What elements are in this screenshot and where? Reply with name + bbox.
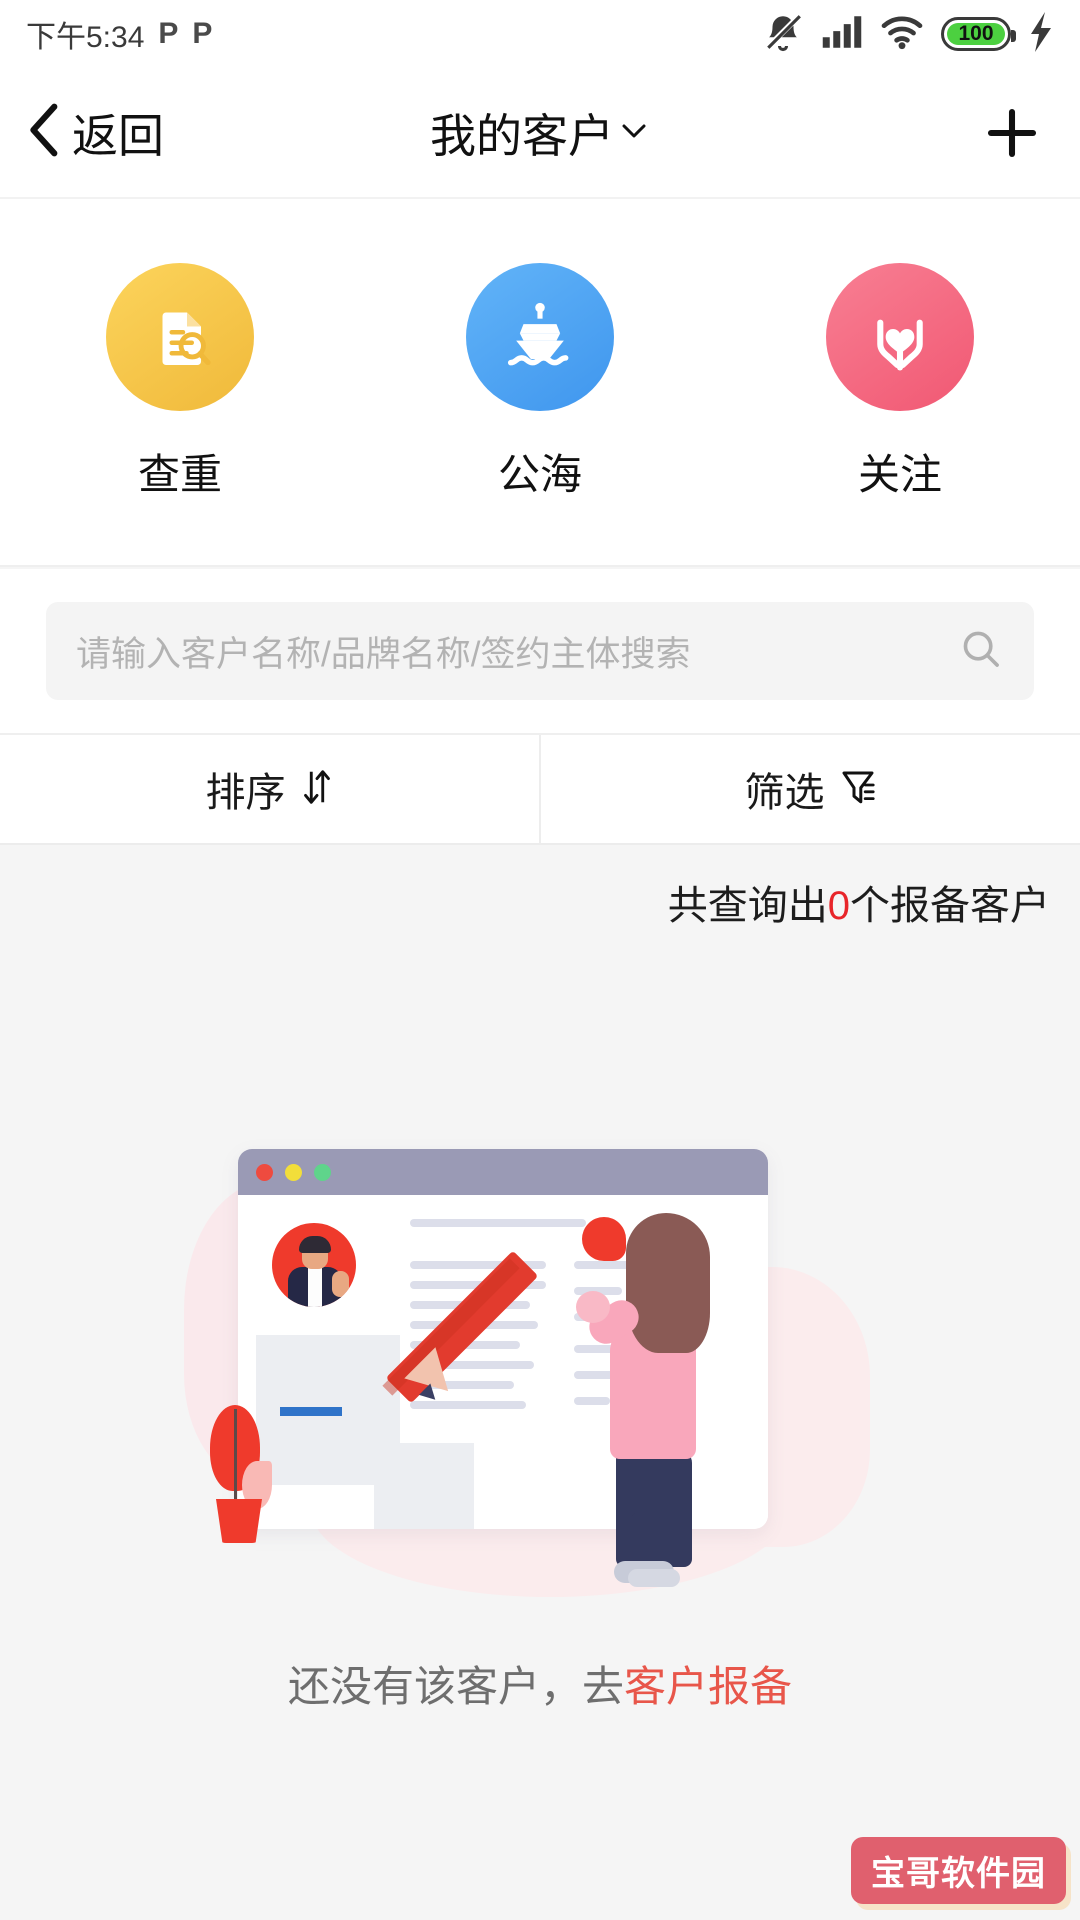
- back-label: 返回: [72, 109, 164, 162]
- lightning-bolt-icon: [1028, 11, 1054, 57]
- plant-decoration: [202, 1405, 282, 1545]
- sort-arrows-icon: [300, 766, 334, 813]
- document-search-icon: [106, 262, 254, 411]
- chevron-down-icon: [618, 114, 650, 151]
- status-bar: 下午5:34 P P 100: [0, 0, 1080, 68]
- plus-icon: [987, 108, 1037, 157]
- result-count-text: 共查询出0个报备客户: [668, 873, 1050, 931]
- search-icon[interactable]: [958, 626, 1004, 677]
- blue-accent-bar: [280, 1407, 342, 1416]
- quick-actions-row: 查重 公海 关注: [0, 199, 1080, 567]
- battery-icon: 100: [941, 17, 1016, 51]
- quick-action-label: 关注: [857, 450, 942, 498]
- search-placeholder: 请输入客户名称/品牌名称/签约主体搜索: [76, 634, 691, 674]
- window-maximize-dot: [314, 1163, 331, 1181]
- result-count-bar: 共查询出0个报备客户: [0, 847, 1080, 957]
- empty-illustration: [184, 1117, 890, 1617]
- avatar-shirt: [308, 1267, 322, 1307]
- back-button[interactable]: 返回: [0, 100, 164, 166]
- empty-state-text: 还没有该客户，去客户报备: [288, 1653, 792, 1714]
- result-count-prefix: 共查询出: [667, 884, 828, 928]
- wifi-icon: [880, 14, 924, 55]
- nav-bar: 返回 我的客户: [0, 68, 1080, 199]
- plant-pot: [216, 1499, 262, 1543]
- browser-title-bar: [238, 1149, 768, 1195]
- hands-heart-icon: [826, 262, 974, 411]
- watermark-badge: 宝哥软件园: [851, 1837, 1066, 1904]
- quick-action-gonghai[interactable]: 公海: [410, 262, 670, 502]
- avatar: [272, 1223, 356, 1307]
- customer-report-link[interactable]: 客户报备: [624, 1663, 792, 1710]
- app-root: 下午5:34 P P 100 返回 我的客户 查重 公海 关注 请输入客户名称/…: [0, 0, 1080, 1920]
- sort-filter-bar: 排序 筛选: [0, 735, 1080, 845]
- status-bar-left: 下午5:34 P P: [26, 12, 212, 56]
- person-figure: [572, 1213, 752, 1587]
- empty-state-message: 还没有该客户，去: [287, 1663, 624, 1710]
- quick-action-label: 公海: [497, 450, 582, 498]
- page-title: 我的客户: [430, 109, 614, 162]
- sort-label: 排序: [205, 771, 286, 815]
- avatar-arm: [332, 1271, 349, 1297]
- result-count-number: 0: [827, 884, 850, 928]
- bell-muted-icon: [762, 11, 804, 58]
- result-count-suffix: 个报备客户: [850, 884, 1050, 928]
- chevron-left-icon: [28, 102, 62, 163]
- cellular-signal-icon: [821, 14, 863, 55]
- search-input[interactable]: 请输入客户名称/品牌名称/签约主体搜索: [46, 602, 1034, 700]
- person-hand: [576, 1291, 610, 1323]
- app-badge-icon-2: P: [192, 17, 213, 50]
- battery-level: 100: [958, 22, 994, 45]
- search-bar-section: 请输入客户名称/品牌名称/签约主体搜索: [0, 569, 1080, 735]
- funnel-icon: [839, 767, 877, 812]
- add-customer-button[interactable]: [984, 105, 1080, 161]
- window-close-dot: [256, 1163, 273, 1181]
- sort-button[interactable]: 排序: [0, 735, 539, 843]
- empty-state: 还没有该客户，去客户报备: [0, 957, 1080, 1920]
- ship-icon: [466, 262, 614, 411]
- filter-button[interactable]: 筛选: [539, 735, 1080, 843]
- text-line: [410, 1219, 586, 1227]
- quick-action-chachong[interactable]: 查重: [50, 262, 310, 502]
- quick-action-label: 查重: [137, 450, 222, 498]
- app-badge-icon-1: P: [158, 17, 179, 50]
- window-minimize-dot: [285, 1163, 302, 1181]
- status-time: 下午5:34: [26, 21, 145, 54]
- avatar-hair: [299, 1236, 331, 1253]
- filter-label: 筛选: [744, 771, 825, 815]
- quick-action-guanzhu[interactable]: 关注: [770, 262, 1030, 502]
- status-bar-right: 100: [762, 11, 1054, 58]
- person-hair: [626, 1213, 710, 1353]
- plant-stem: [234, 1409, 237, 1503]
- document-placeholder-block: [374, 1443, 474, 1529]
- person-shoe-back: [628, 1569, 680, 1587]
